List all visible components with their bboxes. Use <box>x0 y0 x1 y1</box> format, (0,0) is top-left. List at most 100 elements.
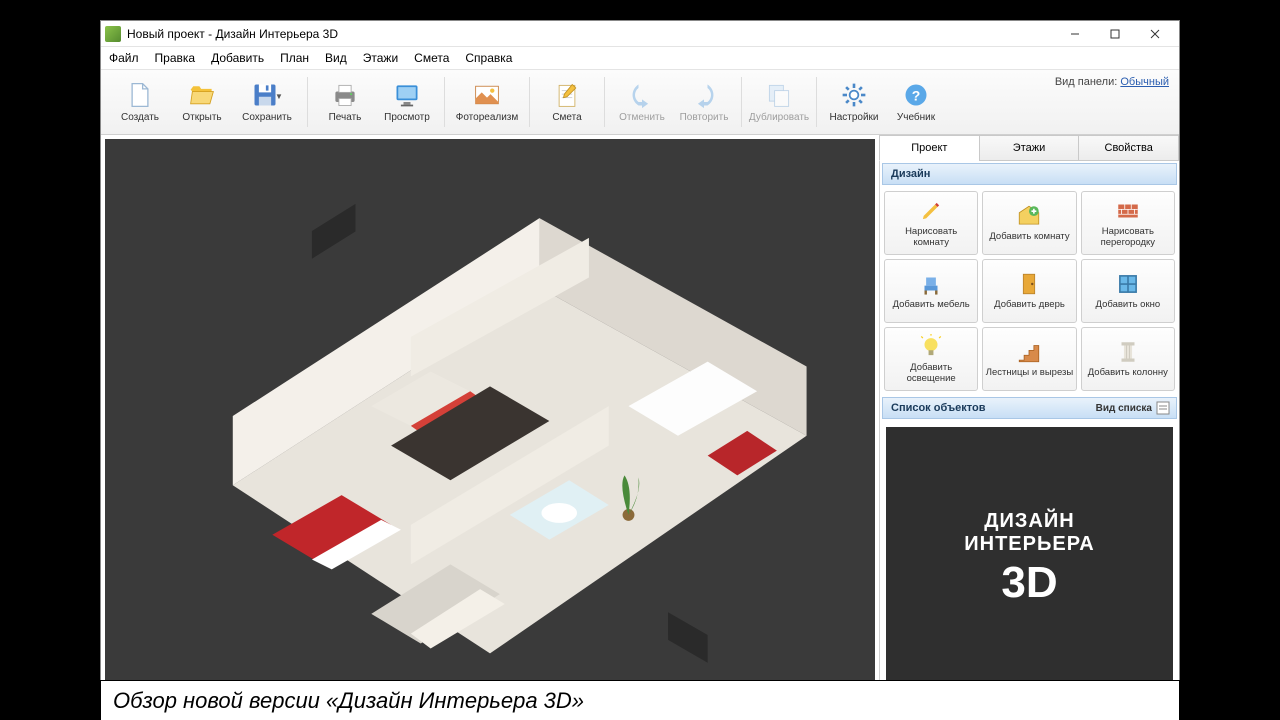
estimate-button[interactable]: Смета <box>537 73 597 131</box>
separator <box>529 77 530 127</box>
draw-room-button[interactable]: Нарисовать комнату <box>884 191 978 255</box>
close-button[interactable] <box>1135 21 1175 46</box>
window-title: Новый проект - Дизайн Интерьера 3D <box>127 27 1055 41</box>
menu-add[interactable]: Добавить <box>209 49 266 67</box>
tutorial-label: Учебник <box>897 112 935 123</box>
menu-estimate[interactable]: Смета <box>412 49 451 67</box>
toolbar: Создать Открыть ▼ Сохранить Печать Просм… <box>101 69 1179 135</box>
panel-type: Вид панели: Обычный <box>1055 76 1169 88</box>
photo-icon <box>473 81 501 109</box>
column-icon <box>1115 339 1141 365</box>
redo-button[interactable]: Повторить <box>674 73 734 131</box>
lightbulb-icon <box>918 334 944 360</box>
maximize-button[interactable] <box>1095 21 1135 46</box>
minimize-button[interactable] <box>1055 21 1095 46</box>
tab-project[interactable]: Проект <box>879 135 980 161</box>
tutorial-button[interactable]: ? Учебник <box>886 73 946 131</box>
separator <box>741 77 742 127</box>
menu-plan[interactable]: План <box>278 49 311 67</box>
menu-help[interactable]: Справка <box>463 49 514 67</box>
floorplan-render <box>105 139 875 693</box>
add-furniture-button[interactable]: Добавить мебель <box>884 259 978 323</box>
video-caption: Обзор новой версии «Дизайн Интерьера 3D» <box>100 680 1180 720</box>
app-icon <box>105 26 121 42</box>
tab-properties[interactable]: Свойства <box>1078 135 1179 161</box>
promo-line3: 3D <box>1001 558 1057 608</box>
create-button[interactable]: Создать <box>110 73 170 131</box>
close-icon <box>1150 29 1160 39</box>
add-light-button[interactable]: Добавить освещение <box>884 327 978 391</box>
monitor-icon <box>393 81 421 109</box>
open-label: Открыть <box>182 112 221 123</box>
folder-open-icon <box>188 81 216 109</box>
pencil-room-icon <box>918 198 944 224</box>
redo-label: Повторить <box>680 112 729 123</box>
separator <box>307 77 308 127</box>
menu-edit[interactable]: Правка <box>153 49 198 67</box>
svg-text:?: ? <box>912 87 921 103</box>
photoreal-button[interactable]: Фотореализм <box>452 73 522 131</box>
duplicate-label: Дублировать <box>749 112 809 123</box>
add-door-button[interactable]: Добавить дверь <box>982 259 1076 323</box>
print-label: Печать <box>329 112 362 123</box>
chair-icon <box>918 271 944 297</box>
duplicate-icon <box>765 81 793 109</box>
stairs-button[interactable]: Лестницы и вырезы <box>982 327 1076 391</box>
save-label: Сохранить <box>242 112 292 123</box>
menu-floors[interactable]: Этажи <box>361 49 400 67</box>
maximize-icon <box>1110 29 1120 39</box>
settings-label: Настройки <box>829 112 878 123</box>
undo-button[interactable]: Отменить <box>612 73 672 131</box>
stairs-icon <box>1016 339 1042 365</box>
promo-line2: ИНТЕРЬЕРА <box>964 533 1094 556</box>
design-section-header: Дизайн <box>882 163 1177 185</box>
help-icon: ? <box>902 81 930 109</box>
chevron-down-icon: ▼ <box>275 92 283 101</box>
object-list-header: Список объектов Вид списка <box>882 397 1177 419</box>
minimize-icon <box>1070 29 1080 39</box>
add-room-icon <box>1016 203 1042 229</box>
titlebar: Новый проект - Дизайн Интерьера 3D <box>101 21 1179 47</box>
add-window-button[interactable]: Добавить окно <box>1081 259 1175 323</box>
menu-file[interactable]: Файл <box>107 49 141 67</box>
separator <box>816 77 817 127</box>
new-file-icon <box>126 81 154 109</box>
caption-text: Обзор новой версии «Дизайн Интерьера 3D» <box>113 688 584 714</box>
estimate-label: Смета <box>552 112 581 123</box>
list-view-icon[interactable] <box>1156 401 1170 415</box>
photoreal-label: Фотореализм <box>456 112 519 123</box>
notepad-icon <box>553 81 581 109</box>
save-button[interactable]: ▼ Сохранить <box>234 73 300 131</box>
undo-icon <box>628 81 656 109</box>
redo-icon <box>690 81 718 109</box>
panel-type-link[interactable]: Обычный <box>1120 76 1169 88</box>
menubar: Файл Правка Добавить План Вид Этажи Смет… <box>101 47 1179 69</box>
add-room-button[interactable]: Добавить комнату <box>982 191 1076 255</box>
print-button[interactable]: Печать <box>315 73 375 131</box>
printer-icon <box>331 81 359 109</box>
app-window: Новый проект - Дизайн Интерьера 3D Файл … <box>100 20 1180 698</box>
sidebar-tabs: Проект Этажи Свойства <box>880 135 1179 161</box>
draw-wall-button[interactable]: Нарисовать перегородку <box>1081 191 1175 255</box>
window-icon <box>1115 271 1141 297</box>
door-icon <box>1016 271 1042 297</box>
create-label: Создать <box>121 112 159 123</box>
sidebar: Проект Этажи Свойства Дизайн Нарисовать … <box>879 135 1179 697</box>
open-button[interactable]: Открыть <box>172 73 232 131</box>
settings-button[interactable]: Настройки <box>824 73 884 131</box>
brick-wall-icon <box>1115 198 1141 224</box>
design-buttons: Нарисовать комнату Добавить комнату Нари… <box>880 187 1179 395</box>
preview-label: Просмотр <box>384 112 430 123</box>
duplicate-button[interactable]: Дублировать <box>749 73 809 131</box>
menu-view[interactable]: Вид <box>323 49 349 67</box>
tab-floors[interactable]: Этажи <box>979 135 1080 161</box>
separator <box>444 77 445 127</box>
list-view-label: Вид списка <box>1096 403 1152 414</box>
undo-label: Отменить <box>619 112 665 123</box>
add-column-button[interactable]: Добавить колонну <box>1081 327 1175 391</box>
preview-button[interactable]: Просмотр <box>377 73 437 131</box>
promo-line1: ДИЗАЙН <box>984 510 1074 533</box>
3d-viewport[interactable] <box>105 139 875 693</box>
separator <box>604 77 605 127</box>
promo-banner: ДИЗАЙН ИНТЕРЬЕРА 3D <box>886 427 1173 691</box>
